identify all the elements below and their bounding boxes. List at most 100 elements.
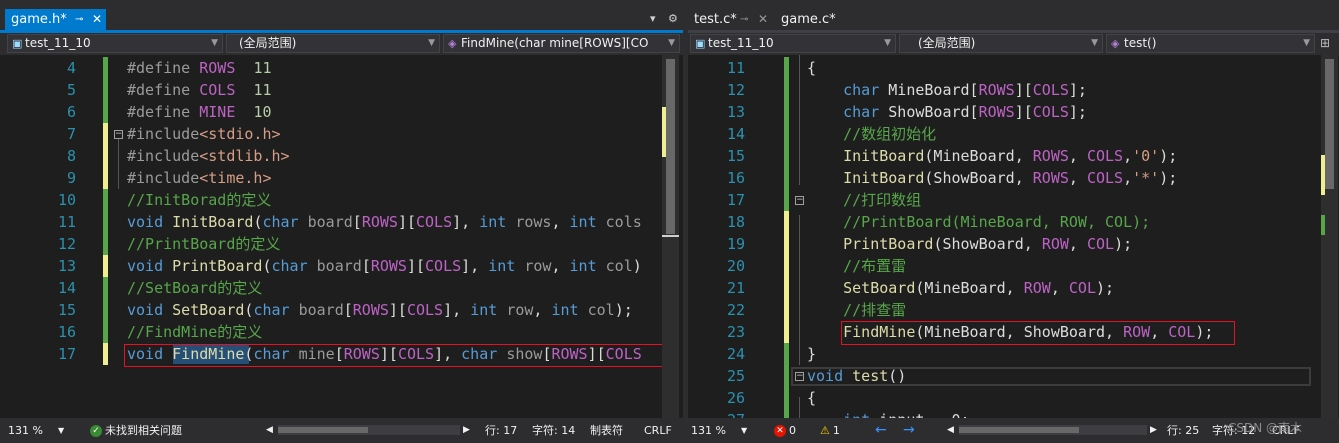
code-line[interactable]: 14 //数组初始化 — [688, 123, 1339, 145]
right-code-editor[interactable]: 11{12 char MineBoard[ROWS][COLS]; 13 char… — [688, 55, 1339, 431]
code-line[interactable]: 21 SetBoard(MineBoard, ROW, COL); — [688, 277, 1339, 299]
eol-indicator[interactable]: CRLF — [644, 418, 672, 443]
close-icon[interactable]: ✕ — [92, 9, 102, 30]
issues-indicator[interactable]: ✓ 未找到相关问题 — [90, 418, 182, 443]
code-line[interactable]: 13 void PrintBoard(char board[ROWS][COLS]… — [0, 255, 683, 277]
code-line[interactable]: 13 char ShowBoard[ROWS][COLS]; — [688, 101, 1339, 123]
code-text: //数组初始化 — [807, 123, 936, 145]
change-marker — [784, 233, 789, 255]
scroll-right-icon[interactable]: ▶ — [1150, 418, 1157, 443]
code-line[interactable]: 19 PrintBoard(ShowBoard, ROW, COL); — [688, 233, 1339, 255]
code-line[interactable]: 7 #include<stdio.h> — [0, 123, 683, 145]
scrollbar-thumb[interactable] — [1325, 59, 1334, 189]
tab-test-c[interactable]: test.c* ⊸ ✕ — [688, 9, 774, 30]
code-line[interactable]: 9 #include<time.h> — [0, 167, 683, 189]
warnings-indicator[interactable]: ⚠ 1 — [820, 418, 840, 443]
pin-icon[interactable]: ⊸ — [740, 9, 748, 30]
code-line[interactable]: 11 void InitBoard(char board[ROWS][COLS],… — [0, 211, 683, 233]
zoom-level[interactable]: 131 % — [8, 418, 43, 443]
code-token: [ — [361, 257, 371, 275]
code-token: row — [506, 301, 534, 319]
code-line[interactable]: 12 char MineBoard[ROWS][COLS]; — [688, 79, 1339, 101]
code-token: int — [569, 257, 606, 275]
code-line[interactable]: 10 //InitBorad的定义 — [0, 189, 683, 211]
code-line[interactable]: 24} — [688, 343, 1339, 365]
code-line[interactable]: 26 { — [688, 387, 1339, 409]
scope-dropdown[interactable]: (全局范围) ▼ — [899, 34, 1103, 53]
chevron-down-icon: ▼ — [668, 38, 675, 48]
project-dropdown[interactable]: ▣ test_11_10 ▼ — [690, 34, 896, 53]
code-line[interactable]: 16 InitBoard(ShowBoard, ROWS, COLS,'*'); — [688, 167, 1339, 189]
chevron-down-icon[interactable]: ▼ — [741, 418, 747, 443]
member-dropdown[interactable]: ◈ test() ▼ — [1106, 34, 1315, 53]
code-text: #define COLS 11 — [127, 79, 272, 101]
code-line[interactable]: 8 #include<stdlib.h> — [0, 145, 683, 167]
outline-guide — [799, 55, 800, 185]
code-line[interactable]: 15 void SetBoard(char board[ROWS][COLS], … — [0, 299, 683, 321]
tab-label: test.c* — [694, 12, 737, 27]
tab-game-h[interactable]: game.h* ⊸ ✕ — [5, 9, 106, 30]
current-line-highlight — [791, 367, 1311, 386]
scroll-left-icon[interactable]: ◀ — [266, 418, 273, 443]
line-number: 14 — [726, 125, 745, 143]
code-line[interactable]: 20 //布置雷 — [688, 255, 1339, 277]
collapse-icon[interactable]: − — [114, 130, 123, 139]
tab-game-c[interactable]: game.c* — [775, 9, 845, 30]
close-icon[interactable]: ✕ — [758, 9, 768, 30]
code-token: //SetBoard的定义 — [127, 279, 263, 297]
code-line[interactable]: 6 #define MINE 10 — [0, 101, 683, 123]
change-marker — [784, 167, 789, 189]
tab-dropdown-icon[interactable]: ▾ — [650, 12, 656, 25]
char-indicator[interactable]: 字符: 14 — [532, 418, 575, 443]
pin-icon[interactable]: ⊸ — [75, 9, 83, 30]
code-line[interactable]: 12 //PrintBoard的定义 — [0, 233, 683, 255]
change-mark — [1321, 155, 1325, 195]
code-line[interactable]: 22 //排查雷 — [688, 299, 1339, 321]
left-vertical-scrollbar[interactable] — [662, 55, 679, 418]
code-text: SetBoard(MineBoard, ROW, COL); — [807, 277, 1114, 299]
left-code-editor[interactable]: 4 #define ROWS 11 5 #define COLS 11 6 #define… — [0, 55, 683, 418]
code-line[interactable]: 18 //PrintBoard(MineBoard, ROW, COL); — [688, 211, 1339, 233]
tabs-indicator[interactable]: 制表符 — [590, 418, 623, 443]
code-token: #define — [127, 103, 200, 121]
code-token: COLS — [1086, 147, 1124, 165]
project-dropdown[interactable]: ▣ test_11_10 ▼ — [7, 34, 223, 53]
code-token: #include — [127, 125, 200, 143]
change-marker — [103, 189, 108, 211]
row-indicator[interactable]: 行: 25 — [1167, 418, 1199, 443]
code-text: #include<stdlib.h> — [127, 145, 290, 167]
scroll-left-icon[interactable]: ◀ — [947, 418, 954, 443]
line-number: 21 — [726, 279, 745, 297]
scrollbar-thumb[interactable] — [278, 427, 368, 433]
gear-icon[interactable]: ⚙ — [668, 12, 678, 25]
code-token: //布置雷 — [843, 257, 907, 275]
left-horizontal-scrollbar[interactable] — [278, 425, 460, 435]
code-line[interactable]: 15 InitBoard(MineBoard, ROWS, COLS,'0'); — [688, 145, 1339, 167]
scroll-right-icon[interactable]: ▶ — [463, 418, 470, 443]
right-navigation-bar: ▣ test_11_10 ▼ (全局范围) ▼ ◈ test() ▼ ⊞ — [688, 33, 1339, 55]
code-line[interactable]: 14 //SetBoard的定义 — [0, 277, 683, 299]
code-line[interactable]: 16 //FindMine的定义 — [0, 321, 683, 343]
errors-indicator[interactable]: ✕ 0 — [774, 418, 796, 443]
scope-dropdown[interactable]: (全局范围) ▼ — [226, 34, 440, 53]
forward-arrow-icon[interactable]: → — [903, 418, 915, 443]
right-vertical-scrollbar[interactable] — [1321, 55, 1338, 418]
code-line[interactable]: 5 #define COLS 11 — [0, 79, 683, 101]
split-icon[interactable]: ⊞ — [1320, 36, 1330, 50]
code-token: //FindMine的定义 — [127, 323, 263, 341]
right-horizontal-scrollbar[interactable] — [959, 425, 1147, 435]
member-dropdown[interactable]: ◈ FindMine(char mine[ROWS][CO ▼ — [443, 34, 680, 53]
code-token: MineBoard[ — [888, 81, 979, 99]
scrollbar-thumb[interactable] — [666, 59, 675, 234]
code-line[interactable]: 11 { — [688, 57, 1339, 79]
zoom-level[interactable]: 131 % — [691, 418, 726, 443]
collapse-icon[interactable]: − — [795, 196, 804, 205]
back-arrow-icon[interactable]: ← — [875, 418, 887, 443]
chevron-down-icon: ▼ — [884, 38, 891, 48]
chevron-down-icon[interactable]: ▼ — [58, 418, 64, 443]
scrollbar-thumb[interactable] — [959, 427, 1079, 433]
code-line[interactable]: 4 #define ROWS 11 — [0, 57, 683, 79]
code-token: { — [807, 389, 817, 407]
code-line[interactable]: 17 //打印数组 — [688, 189, 1339, 211]
row-indicator[interactable]: 行: 17 — [485, 418, 517, 443]
